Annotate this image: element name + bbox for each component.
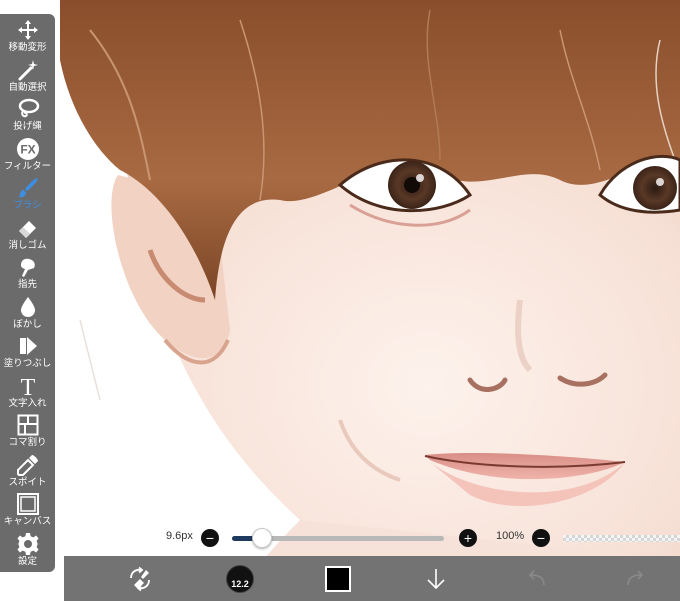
tool-label: ブラシ bbox=[13, 200, 42, 211]
undo-button[interactable] bbox=[518, 556, 554, 601]
tool-label: 投げ縄 bbox=[13, 121, 42, 132]
redo-icon bbox=[627, 569, 644, 585]
redo-button[interactable] bbox=[618, 556, 654, 601]
tool-eyedropper[interactable]: スポイト bbox=[0, 451, 55, 491]
tool-label: 文字入れ bbox=[8, 397, 47, 409]
fx-icon: FX bbox=[16, 137, 39, 160]
tool-label: 指先 bbox=[17, 279, 37, 290]
portrait-artwork bbox=[0, 0, 680, 601]
frame-divider-icon bbox=[17, 414, 38, 436]
tool-auto-select[interactable]: 自動選択 bbox=[0, 56, 55, 96]
brush-size-preview-button[interactable]: 12.2 bbox=[222, 556, 258, 601]
drawing-canvas[interactable] bbox=[0, 0, 680, 601]
swap-brush-eraser-icon bbox=[130, 566, 150, 591]
current-color-swatch bbox=[325, 565, 351, 592]
canvas-square-icon bbox=[16, 493, 39, 515]
tool-smudge[interactable]: 指先 bbox=[0, 253, 55, 293]
tool-fill[interactable]: 塗りつぶし bbox=[0, 332, 55, 372]
tool-move-transform[interactable]: 移動変形 bbox=[0, 16, 55, 56]
tool-label: 移動変形 bbox=[8, 42, 47, 53]
tool-label: 消しゴム bbox=[8, 239, 47, 251]
tool-label: 設定 bbox=[17, 555, 37, 567]
brush-size-increase-button[interactable]: + bbox=[459, 529, 477, 547]
brush-size-slider-knob[interactable] bbox=[251, 528, 272, 548]
tool-blur[interactable]: ぼかし bbox=[0, 293, 55, 333]
brush-size-label: 9.6px bbox=[166, 530, 193, 542]
bottom-action-bar: 12.2 bbox=[64, 556, 680, 601]
swap-tool-button[interactable] bbox=[122, 556, 158, 601]
text-t-icon: T bbox=[20, 375, 35, 398]
brush-size-slider[interactable] bbox=[232, 528, 444, 548]
tool-label: ぼかし bbox=[13, 318, 42, 330]
tool-label: 自動選択 bbox=[8, 81, 47, 93]
tool-frame-divider[interactable]: コマ割り bbox=[0, 411, 55, 451]
tool-eraser[interactable]: 消しゴム bbox=[0, 214, 55, 254]
opacity-label: 100% bbox=[496, 530, 525, 542]
tool-filter[interactable]: FX フィルター bbox=[0, 135, 55, 175]
opacity-slider[interactable] bbox=[563, 535, 680, 542]
magic-wand-icon bbox=[18, 59, 38, 80]
brush-size-badge: 12.2 bbox=[231, 578, 249, 589]
opacity-decrease-button[interactable]: − bbox=[532, 529, 550, 547]
eraser-icon bbox=[18, 220, 36, 238]
tool-label: 塗りつぶし bbox=[3, 358, 52, 369]
move-arrows-icon bbox=[17, 20, 38, 40]
lasso-icon bbox=[18, 98, 39, 118]
down-arrow-icon bbox=[427, 568, 445, 589]
svg-text:T: T bbox=[20, 375, 35, 398]
brush-size-decrease-button[interactable]: − bbox=[201, 529, 219, 547]
tool-label: フィルター bbox=[3, 160, 52, 172]
tool-brush[interactable]: ブラシ bbox=[0, 174, 55, 214]
tool-text[interactable]: T 文字入れ bbox=[0, 372, 55, 412]
color-picker-button[interactable] bbox=[320, 556, 356, 601]
layer-down-button[interactable] bbox=[418, 556, 454, 601]
tool-palette: 移動変形 自動選択 投げ縄 FX フィルター ブラシ 消しゴム 指先 ぼかし 塗… bbox=[0, 14, 55, 572]
eyedropper-icon bbox=[16, 454, 38, 476]
brush-size-preview: 12.2 bbox=[226, 564, 254, 593]
blur-drop-icon bbox=[20, 296, 35, 317]
undo-icon bbox=[528, 569, 545, 585]
svg-text:FX: FX bbox=[20, 142, 35, 156]
tool-lasso[interactable]: 投げ縄 bbox=[0, 95, 55, 135]
tool-label: スポイト bbox=[8, 476, 47, 488]
tool-label: コマ割り bbox=[8, 437, 47, 448]
smudge-finger-icon bbox=[20, 258, 35, 277]
brush-icon bbox=[17, 178, 38, 198]
brush-settings-row: 9.6px − + 100% − bbox=[0, 524, 680, 550]
fill-bucket-icon bbox=[19, 337, 37, 355]
